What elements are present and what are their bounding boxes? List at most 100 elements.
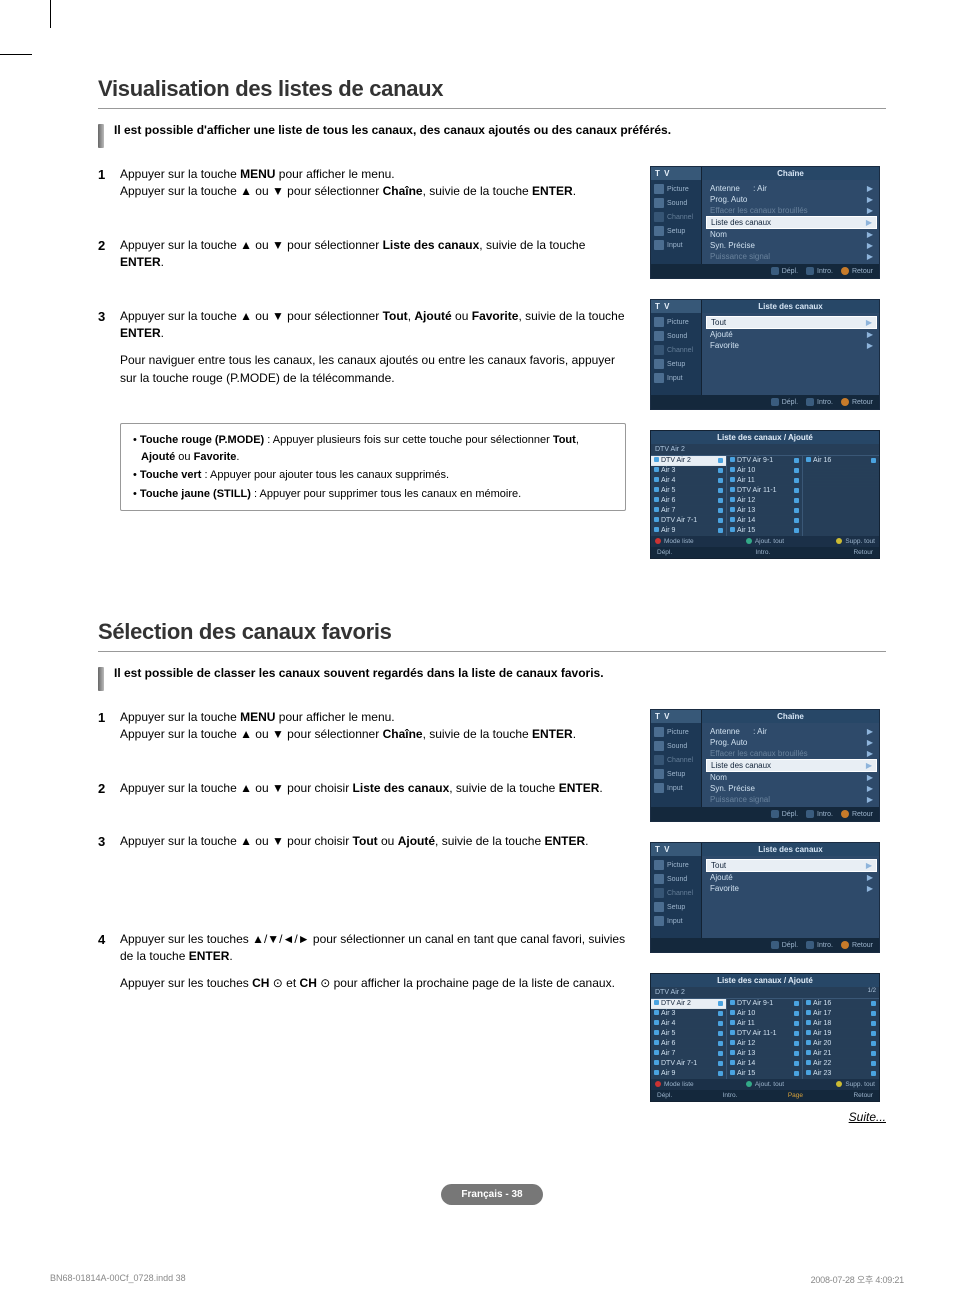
lead: Il est possible de classer les canaux so… xyxy=(98,666,886,691)
side-column: T VChaîne Picture Sound Channel Setup In… xyxy=(650,709,880,1102)
channel-item: Air 5 xyxy=(651,1029,726,1039)
section-title: Sélection des canaux favoris xyxy=(98,619,392,644)
channel-item: Air 9 xyxy=(651,526,726,536)
continue-text: Suite... xyxy=(98,1110,886,1124)
info-box: Touche rouge (P.MODE) : Appuyer plusieur… xyxy=(120,423,626,511)
setup-icon xyxy=(654,359,664,369)
channel-item: Air 7 xyxy=(651,1049,726,1059)
osd-sidebar: Picture Sound Channel Setup Input xyxy=(651,313,702,395)
channel-item: DTV Air 9-1 xyxy=(727,999,802,1009)
channel-item: Air 13 xyxy=(727,506,802,516)
osd-footer: Dépl. Intro. Retour xyxy=(651,395,879,409)
channel-icon xyxy=(654,345,664,355)
step-body: Appuyer sur la touche ▲ ou ▼ pour sélect… xyxy=(120,237,626,282)
picture-icon xyxy=(654,860,664,870)
sound-icon xyxy=(654,874,664,884)
step-body: Appuyer sur la touche ▲ ou ▼ pour sélect… xyxy=(120,308,626,398)
lead-mark-icon xyxy=(98,667,104,691)
channel-item: Air 20 xyxy=(803,1039,879,1049)
step: 2 Appuyer sur la touche ▲ ou ▼ pour séle… xyxy=(98,237,626,282)
step-number: 3 xyxy=(98,833,120,860)
sound-icon xyxy=(654,198,664,208)
main-column: 1 Appuyer sur la touche MENU pour affich… xyxy=(98,709,650,1102)
osd-title: Liste des canaux xyxy=(702,300,879,313)
columns: 1 Appuyer sur la touche MENU pour affich… xyxy=(98,709,886,1102)
lead-text: Il est possible d'afficher une liste de … xyxy=(114,123,671,137)
osd-channel-list: Liste des canaux / Ajouté DTV Air 2 DTV … xyxy=(650,430,880,559)
input-icon xyxy=(654,916,664,926)
page-indicator: 1/2 xyxy=(868,988,876,994)
osd-footer: Dépl. Intro. Retour xyxy=(651,264,879,278)
osd-liste-canaux: T V Liste des canaux Picture Sound Chann… xyxy=(650,299,880,410)
sound-icon xyxy=(654,741,664,751)
channel-item: DTV Air 7-1 xyxy=(651,1059,726,1069)
lead-mark-icon xyxy=(98,124,104,148)
channel-item: Air 13 xyxy=(727,1049,802,1059)
clist-actions: Mode liste Ajout. tout Supp. tout xyxy=(651,536,879,547)
channel-item: Air 4 xyxy=(651,1019,726,1029)
osd-channel-list: Liste des canaux / Ajouté DTV Air 2 1/2 … xyxy=(650,973,880,1102)
step: 2 Appuyer sur la touche ▲ ou ▼ pour choi… xyxy=(98,780,626,807)
step-body: Appuyer sur la touche MENU pour afficher… xyxy=(120,166,626,211)
channel-item: Air 11 xyxy=(727,476,802,486)
step: 3 Appuyer sur la touche ▲ ou ▼ pour séle… xyxy=(98,308,626,398)
move-icon xyxy=(771,398,779,406)
osd-chaine: T VChaîne Picture Sound Channel Setup In… xyxy=(650,709,880,822)
input-icon xyxy=(654,373,664,383)
action-mode: Mode liste xyxy=(655,538,694,545)
step: 3 Appuyer sur la touche ▲ ou ▼ pour choi… xyxy=(98,833,626,860)
channel-item: Air 15 xyxy=(727,526,802,536)
lead-text: Il est possible de classer les canaux so… xyxy=(114,666,604,680)
section-favoris: Sélection des canaux favoris Il est poss… xyxy=(98,619,886,1124)
channel-item: Air 14 xyxy=(727,1059,802,1069)
channel-item: Air 3 xyxy=(651,466,726,476)
channel-item: Air 10 xyxy=(727,466,802,476)
action-del-all: Supp. tout xyxy=(836,538,875,545)
section-heading: Sélection des canaux favoris xyxy=(98,619,886,652)
footer-file: BN68-01814A-00Cf_0728.indd 38 xyxy=(50,1273,186,1286)
step: 1 Appuyer sur la touche MENU pour affich… xyxy=(98,166,626,211)
input-icon xyxy=(654,783,664,793)
setup-icon xyxy=(654,902,664,912)
enter-icon xyxy=(806,398,814,406)
clist-current: DTV Air 2 xyxy=(651,444,879,455)
osd-tab-tv: T V xyxy=(651,300,702,313)
picture-icon xyxy=(654,317,664,327)
section-heading: Visualisation des listes de canaux xyxy=(98,76,886,109)
enter-icon xyxy=(806,941,814,949)
channel-item: Air 15 xyxy=(727,1069,802,1079)
crop-mark xyxy=(44,0,51,28)
picture-icon xyxy=(654,727,664,737)
section-visualisation: Visualisation des listes de canaux Il es… xyxy=(98,76,886,559)
section-title: Visualisation des listes de canaux xyxy=(98,76,443,101)
channel-item: Air 6 xyxy=(651,496,726,506)
step-number: 2 xyxy=(98,237,120,282)
footer-date: 2008-07-28 오후 4:09:21 xyxy=(811,1273,904,1286)
channel-item: Air 10 xyxy=(727,1009,802,1019)
side-column: T V Chaîne Picture Sound Channel Setup I… xyxy=(650,166,880,559)
return-icon xyxy=(841,398,849,406)
setup-icon xyxy=(654,769,664,779)
channel-item: Air 7 xyxy=(651,506,726,516)
channel-icon xyxy=(654,755,664,765)
osd-sidebar: Picture Sound Channel Setup Input xyxy=(651,180,702,264)
step-number: 2 xyxy=(98,780,120,807)
channel-item: Air 4 xyxy=(651,476,726,486)
step-number: 1 xyxy=(98,166,120,211)
clist-footer: Dépl. Intro. Retour xyxy=(651,547,879,558)
channel-item: Air 9 xyxy=(651,1069,726,1079)
action-add-all: Ajout. tout xyxy=(746,538,784,545)
channel-item: DTV Air 11-1 xyxy=(727,486,802,496)
move-icon xyxy=(771,941,779,949)
bullet: Touche vert : Appuyer pour ajouter tous … xyxy=(133,467,615,484)
step-number: 4 xyxy=(98,931,120,1003)
osd-chaine: T V Chaîne Picture Sound Channel Setup I… xyxy=(650,166,880,279)
channel-item: DTV Air 11-1 xyxy=(727,1029,802,1039)
return-icon xyxy=(841,267,849,275)
step: 4 Appuyer sur les touches ▲/▼/◄/► pour s… xyxy=(98,931,626,1003)
sound-icon xyxy=(654,331,664,341)
print-footer: BN68-01814A-00Cf_0728.indd 38 2008-07-28… xyxy=(50,1273,904,1286)
channel-item: Air 12 xyxy=(727,496,802,506)
osd-tab-tv: T V xyxy=(651,167,702,180)
enter-icon xyxy=(806,810,814,818)
